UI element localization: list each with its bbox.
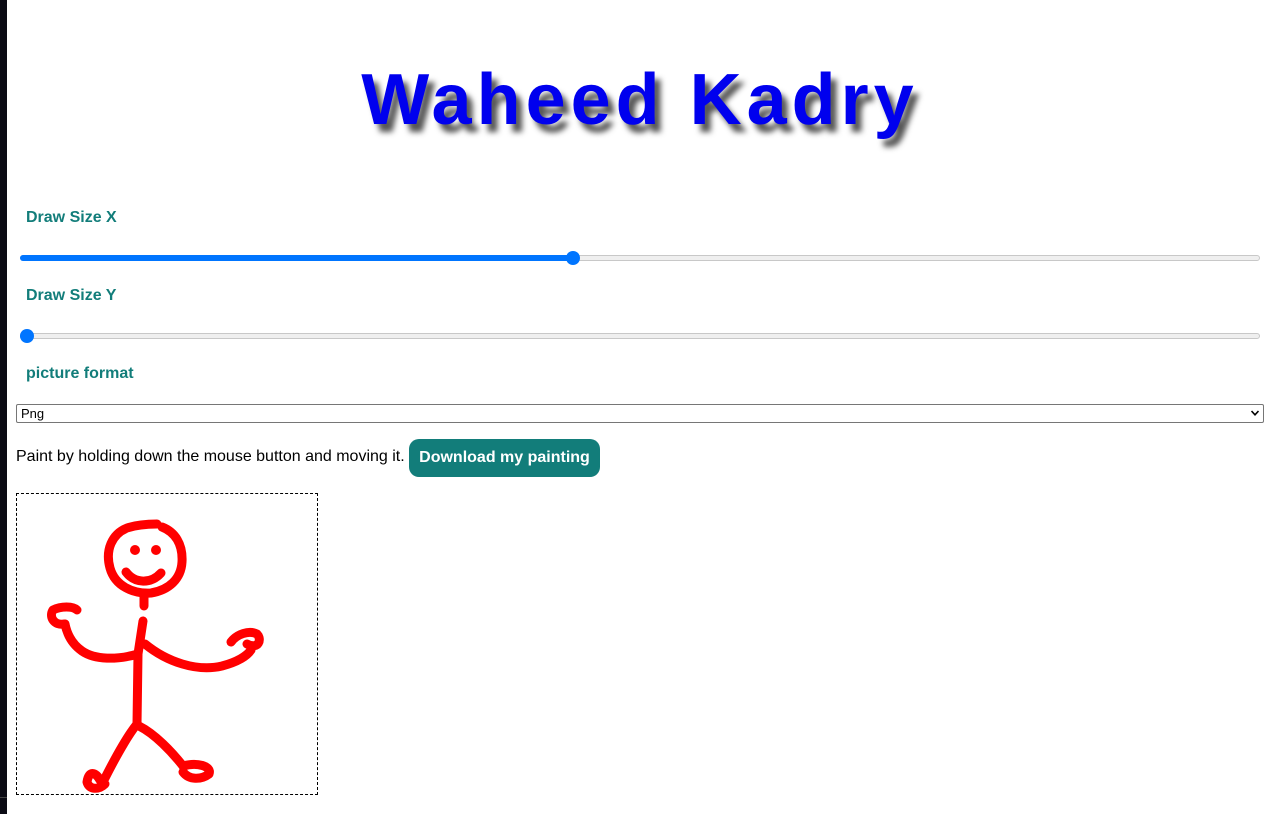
- slider-fill: [20, 255, 573, 261]
- left-eye: [130, 545, 140, 555]
- picture-format-label: picture format: [26, 365, 134, 382]
- right-eye: [151, 545, 161, 555]
- draw-size-y-slider[interactable]: [20, 328, 1260, 344]
- paint-instructions: Paint by holding down the mouse button a…: [16, 448, 405, 465]
- picture-format-select[interactable]: Png: [16, 404, 1264, 423]
- slider-track: [20, 333, 1260, 339]
- drawing-canvas[interactable]: [16, 493, 318, 795]
- picture-format-selected: Png: [21, 406, 45, 421]
- smile-stroke: [121, 567, 166, 586]
- right-hand-stroke: [226, 627, 264, 651]
- slider-thumb[interactable]: [565, 251, 580, 265]
- painting: [47, 519, 264, 793]
- window-edge: [0, 0, 7, 814]
- draw-size-x-slider[interactable]: [20, 250, 1260, 266]
- right-foot-stroke: [178, 759, 214, 783]
- right-arm-stroke: [140, 639, 256, 673]
- window-edge-mark: [0, 797, 7, 798]
- chevron-down-icon: [1251, 410, 1259, 416]
- right-leg-stroke: [134, 721, 188, 771]
- torso-stroke: [132, 616, 148, 729]
- left-arm-stroke: [60, 619, 143, 663]
- slider-thumb[interactable]: [20, 329, 34, 343]
- draw-size-y-label: Draw Size Y: [26, 287, 117, 304]
- left-hand-stroke: [47, 602, 82, 629]
- left-leg-stroke: [97, 719, 142, 789]
- download-painting-button[interactable]: Download my painting: [409, 439, 600, 477]
- draw-size-x-label: Draw Size X: [26, 209, 117, 226]
- page-title: Waheed Kadry: [361, 60, 919, 140]
- left-foot-stroke: [82, 769, 110, 793]
